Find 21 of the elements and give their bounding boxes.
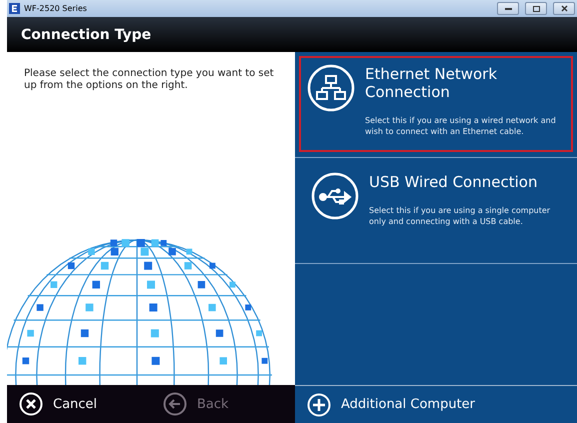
maximize-icon xyxy=(532,6,540,12)
connection-option[interactable]: Ethernet Network Connection Select this if you are using a wired network and wish to connect with an Ethernet cable. xyxy=(299,56,573,152)
close-icon xyxy=(19,392,43,416)
app-icon xyxy=(9,3,20,14)
option-title: USB Wired Connection xyxy=(369,173,538,191)
instructions-text: Please select the connection type you want to set up from the options on the right. xyxy=(24,68,275,92)
option-description: Select this if you are using a single computer only and connecting with a USB cable. xyxy=(369,205,552,227)
option-title: Ethernet Network Connection xyxy=(365,65,498,101)
close-icon xyxy=(560,5,568,12)
minimize-button[interactable] xyxy=(497,2,519,15)
network-icon xyxy=(307,64,355,112)
usb-icon xyxy=(311,172,359,220)
connection-option[interactable]: USB Wired Connection Select this if you are using a single computer only and connecting with a USB cable. xyxy=(299,158,573,263)
close-button[interactable] xyxy=(553,2,575,15)
maximize-button[interactable] xyxy=(525,2,547,15)
window-title: WF-2520 Series xyxy=(24,4,88,13)
plus-icon xyxy=(307,392,331,416)
page-title: Connection Type xyxy=(21,26,152,42)
cancel-button[interactable]: Cancel xyxy=(7,385,151,423)
minimize-icon xyxy=(504,7,512,10)
option-description: Select this if you are using a wired network and wish to connect with an Ethernet cable. xyxy=(365,115,557,137)
